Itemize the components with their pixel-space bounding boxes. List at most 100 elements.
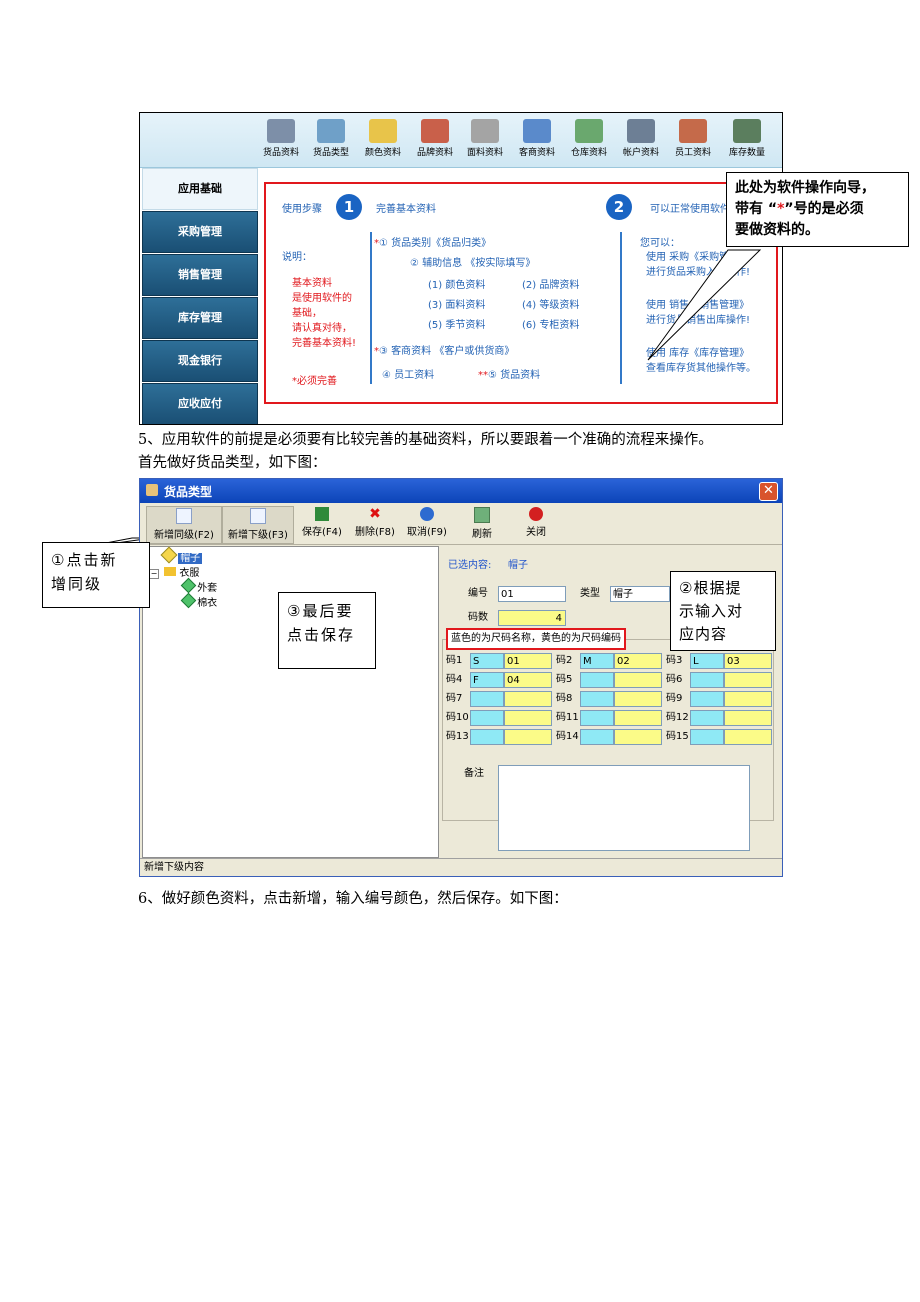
paragraph-5-line1: 5、应用软件的前提是必须要有比较完善的基础资料，所以要跟着一个准确的流程来操作。 xyxy=(138,432,713,448)
remark-label: 备注 xyxy=(464,768,484,779)
size-code-input[interactable] xyxy=(724,729,772,745)
size-name-input[interactable] xyxy=(690,710,724,726)
tree-node-clothes[interactable]: − 衣服 xyxy=(149,564,199,579)
size-cell: 码14 xyxy=(556,728,664,746)
size-name-input[interactable] xyxy=(580,729,614,745)
size-code-input[interactable]: 02 xyxy=(614,653,662,669)
status-bar: 新增下级内容 xyxy=(140,858,782,876)
size-label: 码13 xyxy=(446,731,469,742)
type-label: 类型 xyxy=(580,588,600,599)
size-cell: 码8 xyxy=(556,690,664,708)
size-cell: 码4 F 04 xyxy=(446,671,554,689)
size-name-input[interactable] xyxy=(470,729,504,745)
size-label: 码5 xyxy=(556,674,573,685)
size-label: 码2 xyxy=(556,655,573,666)
callout-input: ②根据提 示输入对 应内容 xyxy=(670,571,776,651)
paragraph-5-line2: 首先做好货品类型，如下图： xyxy=(138,455,327,471)
size-cell: 码13 xyxy=(446,728,554,746)
size-name-input[interactable] xyxy=(580,672,614,688)
size-cell: 码12 xyxy=(666,709,774,727)
size-label: 码1 xyxy=(446,655,463,666)
size-cell: 码3 L 03 xyxy=(666,652,774,670)
size-name-input[interactable]: S xyxy=(470,653,504,669)
size-code-input[interactable]: 01 xyxy=(504,653,552,669)
size-cell: 码1 S 01 xyxy=(446,652,554,670)
tag-green-icon xyxy=(180,577,197,594)
size-code-input[interactable] xyxy=(724,672,772,688)
tag-green-icon xyxy=(180,592,197,609)
size-name-input[interactable] xyxy=(690,691,724,707)
close-button[interactable]: 关闭 xyxy=(516,506,556,542)
selected-value: 帽子 xyxy=(508,560,528,571)
size-code-input[interactable]: 04 xyxy=(504,672,552,688)
undo-icon xyxy=(420,507,434,521)
refresh-button[interactable]: 刷新 xyxy=(462,506,502,542)
size-code-input[interactable] xyxy=(724,691,772,707)
callout-add-sibling: ①点击新 增同级 xyxy=(42,542,150,608)
save-icon xyxy=(315,507,329,521)
size-cell: 码10 xyxy=(446,709,554,727)
size-hint: 蓝色的为尺码名称，黄色的为尺码编码 xyxy=(446,628,626,650)
size-cell: 码2 M 02 xyxy=(556,652,664,670)
size-name-input[interactable] xyxy=(580,691,614,707)
size-code-input[interactable] xyxy=(614,691,662,707)
size-code-input[interactable] xyxy=(504,691,552,707)
add-child-button[interactable]: 新增下级(F3) xyxy=(222,506,294,544)
size-code-input[interactable]: 03 xyxy=(724,653,772,669)
size-label: 码12 xyxy=(666,712,689,723)
remark-textarea[interactable] xyxy=(498,765,750,851)
size-name-input[interactable]: M xyxy=(580,653,614,669)
tree-node-cotton-coat[interactable]: 棉衣 xyxy=(180,592,217,609)
size-label: 码10 xyxy=(446,712,469,723)
size-cell: 码15 xyxy=(666,728,774,746)
size-code-input[interactable] xyxy=(614,729,662,745)
size-cell: 码11 xyxy=(556,709,664,727)
new-doc-icon xyxy=(176,508,192,524)
size-cell: 码9 xyxy=(666,690,774,708)
size-name-input[interactable]: F xyxy=(470,672,504,688)
size-cell: 码7 xyxy=(446,690,554,708)
size-cell: 码5 xyxy=(556,671,664,689)
size-code-input[interactable] xyxy=(504,710,552,726)
size-name-input[interactable]: L xyxy=(690,653,724,669)
add-sibling-button[interactable]: 新增同级(F2) xyxy=(146,506,222,544)
size-name-input[interactable] xyxy=(470,691,504,707)
window-icon xyxy=(146,484,158,496)
size-name-input[interactable] xyxy=(470,710,504,726)
save-button[interactable]: 保存(F4) xyxy=(296,506,348,542)
goods-type-dialog: 货品类型 ✕ 新增同级(F2) 新增下级(F3) 保存(F4) ✖ 删除(F8) … xyxy=(139,478,783,877)
code-input[interactable]: 01 xyxy=(498,586,566,602)
cancel-button[interactable]: 取消(F9) xyxy=(402,506,452,542)
collapse-icon[interactable]: − xyxy=(149,569,159,579)
size-name-input[interactable] xyxy=(580,710,614,726)
size-name-input[interactable] xyxy=(690,729,724,745)
code-label: 编号 xyxy=(468,588,488,599)
dialog-title: 货品类型 xyxy=(164,485,213,499)
delete-icon: ✖ xyxy=(369,506,381,522)
size-label: 码4 xyxy=(446,674,463,685)
close-circle-icon xyxy=(529,507,543,521)
paragraph-6: 6、做好颜色资料，点击新增，输入编号颜色，然后保存。如下图： xyxy=(138,891,568,907)
size-label: 码6 xyxy=(666,674,683,685)
size-code-input[interactable] xyxy=(614,710,662,726)
tag-icon xyxy=(160,546,178,564)
size-label: 码3 xyxy=(666,655,683,666)
tree-node-hat[interactable]: 帽子 xyxy=(160,546,203,564)
size-label: 码11 xyxy=(556,712,579,723)
size-label: 码9 xyxy=(666,693,683,704)
callout-save: ③最后要 点击保存 xyxy=(278,592,376,669)
size-name-input[interactable] xyxy=(690,672,724,688)
type-input[interactable]: 帽子 xyxy=(610,586,670,602)
size-code-input[interactable] xyxy=(724,710,772,726)
delete-button[interactable]: ✖ 删除(F8) xyxy=(350,506,400,542)
size-label: 码14 xyxy=(556,731,579,742)
folder-icon xyxy=(164,567,177,576)
size-code-input[interactable] xyxy=(504,729,552,745)
size-count-input[interactable]: 4 xyxy=(498,610,566,626)
size-cell: 码6 xyxy=(666,671,774,689)
size-code-input[interactable] xyxy=(614,672,662,688)
dialog-toolbar: 新增同级(F2) 新增下级(F3) 保存(F4) ✖ 删除(F8) 取消(F9) … xyxy=(140,504,782,545)
size-label: 码15 xyxy=(666,731,689,742)
close-icon[interactable]: ✕ xyxy=(759,482,778,501)
refresh-icon xyxy=(474,507,490,523)
